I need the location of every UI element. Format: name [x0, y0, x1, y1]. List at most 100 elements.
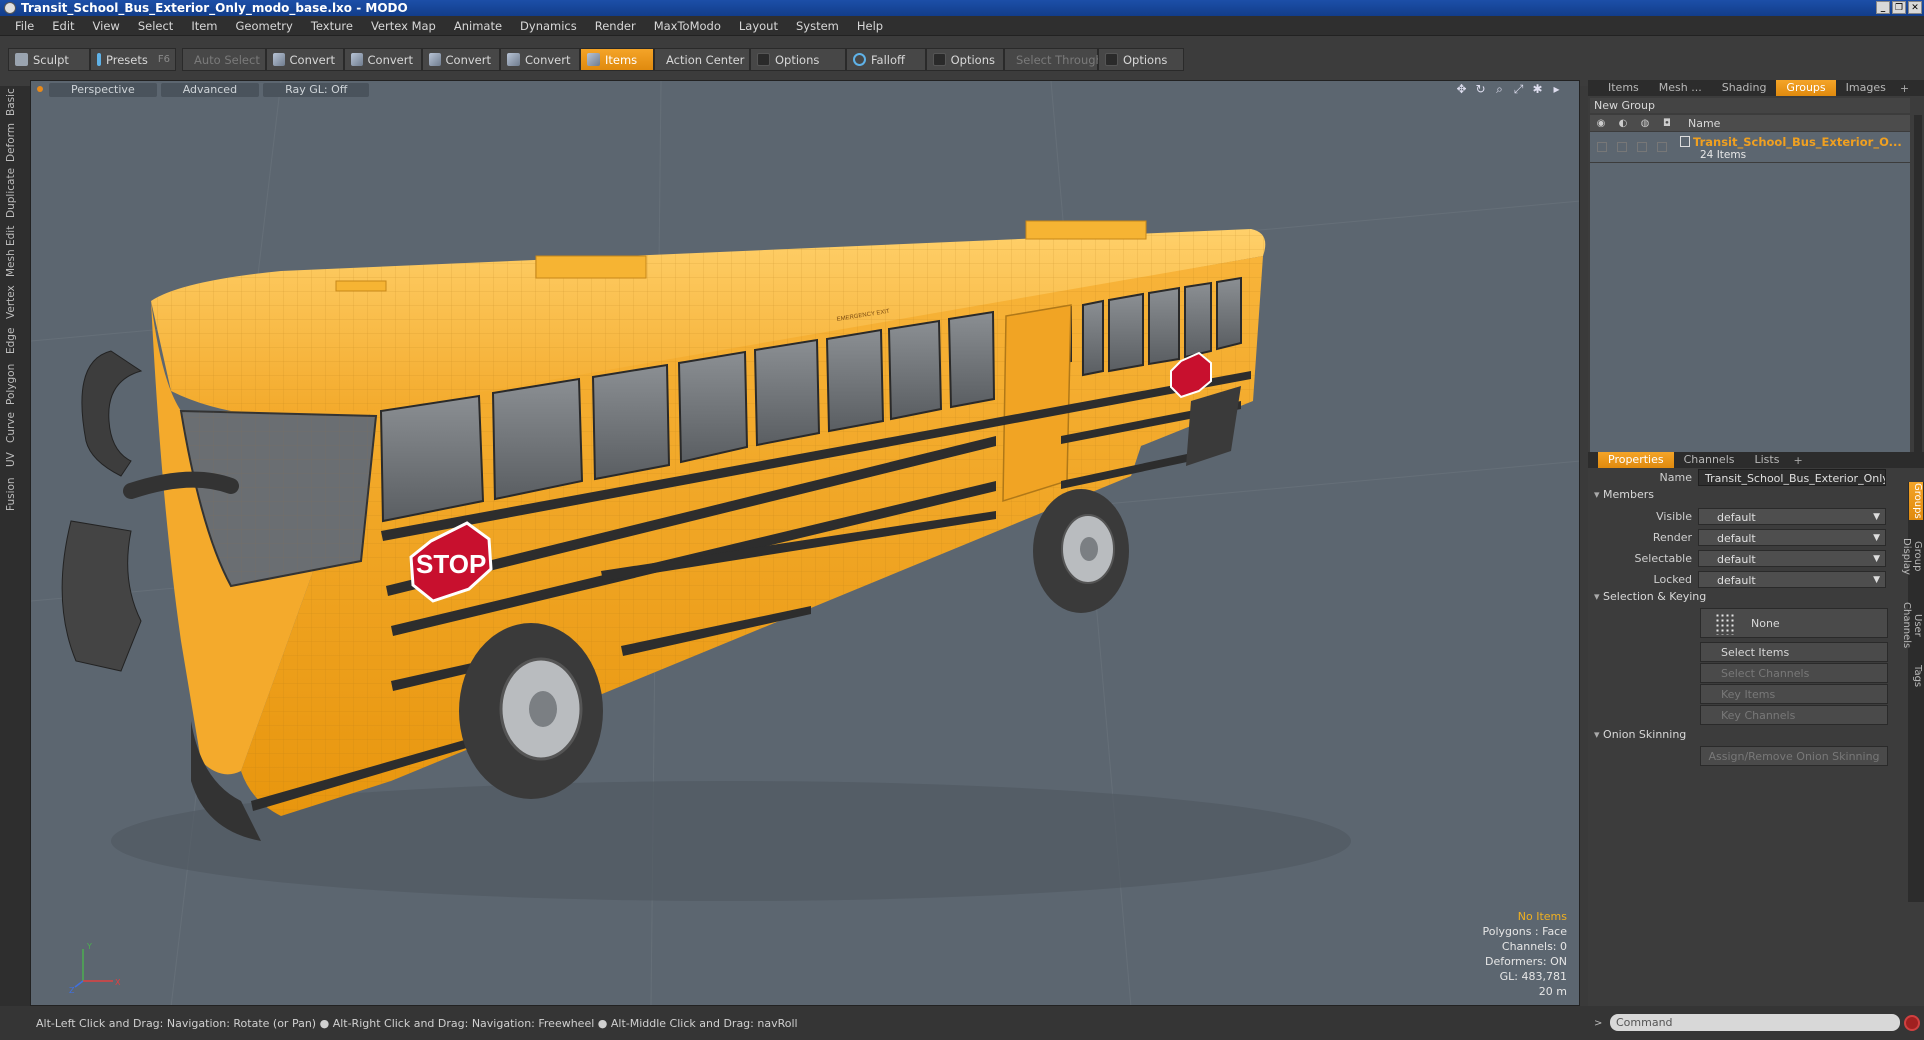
key-channels-button[interactable]: Key Channels	[1700, 705, 1888, 725]
maximize-viewport-icon[interactable]: ⤢	[1512, 83, 1525, 96]
zoom-icon[interactable]: ⌕	[1493, 83, 1506, 96]
none-button[interactable]: None	[1700, 608, 1888, 638]
add-tab-icon[interactable]: +	[1900, 82, 1909, 95]
tab-uv[interactable]: UV	[5, 450, 25, 470]
onion-skinning-section[interactable]: Onion Skinning	[1594, 728, 1686, 741]
menu-help[interactable]: Help	[848, 19, 892, 33]
selection-keying-section[interactable]: Selection & Keying	[1594, 590, 1706, 603]
assign-onion-skinning-button[interactable]: Assign/Remove Onion Skinning	[1700, 746, 1888, 766]
new-group-button[interactable]: New Group	[1590, 98, 1910, 113]
convert-edges-button[interactable]: Convert	[344, 48, 422, 71]
tab-mesh-edit[interactable]: Mesh Edit	[5, 224, 25, 278]
select-through-options-button[interactable]: Options	[1098, 48, 1184, 71]
menu-item[interactable]: Item	[182, 19, 226, 33]
menu-geometry[interactable]: Geometry	[227, 19, 302, 33]
convert-vertices-button[interactable]: Convert	[266, 48, 344, 71]
groups-list-empty[interactable]	[1590, 163, 1910, 463]
visibility-eye-icon[interactable]: ◉	[1590, 118, 1612, 129]
locked-select[interactable]: default ▼	[1698, 570, 1886, 588]
maximize-button[interactable]: ❐	[1892, 1, 1906, 14]
selectable-icon[interactable]: ◍	[1634, 118, 1656, 129]
visible-select[interactable]: default ▼	[1698, 507, 1886, 525]
minimize-button[interactable]: _	[1876, 1, 1890, 14]
members-section[interactable]: Members	[1594, 488, 1654, 501]
settings-icon[interactable]: ✱	[1531, 83, 1544, 96]
group-visible-toggle[interactable]	[1597, 142, 1607, 152]
group-render-toggle[interactable]	[1617, 142, 1627, 152]
menu-system[interactable]: System	[787, 19, 848, 33]
selectable-select[interactable]: default ▼	[1698, 549, 1886, 567]
close-button[interactable]: ✕	[1908, 1, 1922, 14]
bus-scene[interactable]: STOP EMERGENCY EXIT	[31, 81, 1580, 1006]
tab-channels[interactable]: Channels	[1674, 452, 1745, 468]
side-tab-user-channels[interactable]: User Channels	[1901, 592, 1923, 658]
tab-basic[interactable]: Basic	[5, 86, 25, 118]
menu-animate[interactable]: Animate	[445, 19, 511, 33]
tab-properties[interactable]: Properties	[1598, 452, 1674, 468]
items-mode-button[interactable]: Items	[580, 48, 654, 71]
action-center-options-button[interactable]: Options	[750, 48, 846, 71]
tab-curve[interactable]: Curve	[5, 412, 25, 444]
sculpt-button[interactable]: Sculpt	[8, 48, 90, 71]
lock-icon[interactable]: ◘	[1656, 118, 1678, 129]
tab-edge[interactable]: Edge	[5, 326, 25, 356]
expand-arrow-icon[interactable]: ▸	[1550, 83, 1563, 96]
view-advanced-tab[interactable]: Advanced	[160, 83, 260, 97]
select-through-button[interactable]: Select Through	[1004, 48, 1103, 71]
view-perspective-tab[interactable]: Perspective	[49, 83, 157, 97]
tab-lists[interactable]: Lists	[1745, 452, 1790, 468]
groups-scrollbar[interactable]	[1914, 115, 1922, 465]
tab-images[interactable]: Images	[1836, 80, 1896, 96]
menu-layout[interactable]: Layout	[730, 19, 787, 33]
menu-render[interactable]: Render	[586, 19, 645, 33]
ray-gl-tab[interactable]: Ray GL: Off	[263, 83, 370, 97]
group-lock-toggle[interactable]	[1657, 142, 1667, 152]
command-stop-icon[interactable]	[1904, 1015, 1920, 1031]
tab-mesh[interactable]: Mesh ...	[1649, 80, 1712, 96]
action-center-button[interactable]: Action Center	[654, 48, 750, 71]
key-items-button[interactable]: Key Items	[1700, 684, 1888, 704]
group-selectable-toggle[interactable]	[1637, 142, 1647, 152]
options-checkbox[interactable]	[933, 53, 946, 66]
group-name-field[interactable]: Transit_School_Bus_Exterior_Only (2)	[1698, 468, 1886, 486]
rotate-icon[interactable]: ↻	[1474, 83, 1487, 96]
convert-materials-button[interactable]: Convert	[500, 48, 580, 71]
convert-polygons-button[interactable]: Convert	[422, 48, 500, 71]
menu-dynamics[interactable]: Dynamics	[511, 19, 586, 33]
tab-items[interactable]: Items	[1598, 80, 1649, 96]
pan-icon[interactable]: ✥	[1455, 83, 1468, 96]
add-tab-icon[interactable]: +	[1793, 454, 1802, 467]
select-channels-button[interactable]: Select Channels	[1700, 663, 1888, 683]
tab-duplicate[interactable]: Duplicate	[5, 168, 25, 218]
command-history-icon[interactable]: >	[1594, 1018, 1602, 1029]
group-row[interactable]: Transit_School_Bus_Exterior_O... 24 Item…	[1590, 132, 1910, 162]
command-input[interactable]: Command	[1610, 1014, 1900, 1031]
menu-maxtomodo[interactable]: MaxToModo	[645, 19, 730, 33]
tab-polygon[interactable]: Polygon	[5, 362, 25, 406]
menu-file[interactable]: File	[6, 19, 43, 33]
menu-texture[interactable]: Texture	[302, 19, 362, 33]
menu-select[interactable]: Select	[129, 19, 182, 33]
side-tab-group-display[interactable]: Group Display	[1901, 524, 1923, 588]
options-checkbox[interactable]	[757, 53, 770, 66]
tab-vertex[interactable]: Vertex	[5, 284, 25, 320]
3d-viewport[interactable]: STOP EMERGENCY EXIT Perspective Advanced…	[30, 80, 1580, 1006]
menu-view[interactable]: View	[84, 19, 129, 33]
select-items-button[interactable]: Select Items	[1700, 642, 1888, 662]
tab-groups[interactable]: Groups	[1776, 80, 1836, 96]
menu-edit[interactable]: Edit	[43, 19, 83, 33]
side-tab-tags[interactable]: Tags	[1909, 662, 1923, 690]
tab-deform[interactable]: Deform	[5, 122, 25, 162]
falloff-options-button[interactable]: Options	[926, 48, 1004, 71]
render-select[interactable]: default ▼	[1698, 528, 1886, 546]
side-tab-groups[interactable]: Groups	[1909, 482, 1923, 520]
render-icon[interactable]: ◐	[1612, 118, 1634, 129]
tab-fusion[interactable]: Fusion	[5, 476, 25, 512]
presets-button[interactable]: Presets F6	[90, 48, 176, 71]
options-checkbox[interactable]	[1105, 53, 1118, 66]
auto-select-button[interactable]: Auto Select	[182, 48, 266, 71]
tab-shading[interactable]: Shading	[1712, 80, 1777, 96]
falloff-button[interactable]: Falloff	[846, 48, 926, 71]
menu-vertex-map[interactable]: Vertex Map	[362, 19, 445, 33]
viewport-menu-dot[interactable]	[37, 86, 43, 92]
